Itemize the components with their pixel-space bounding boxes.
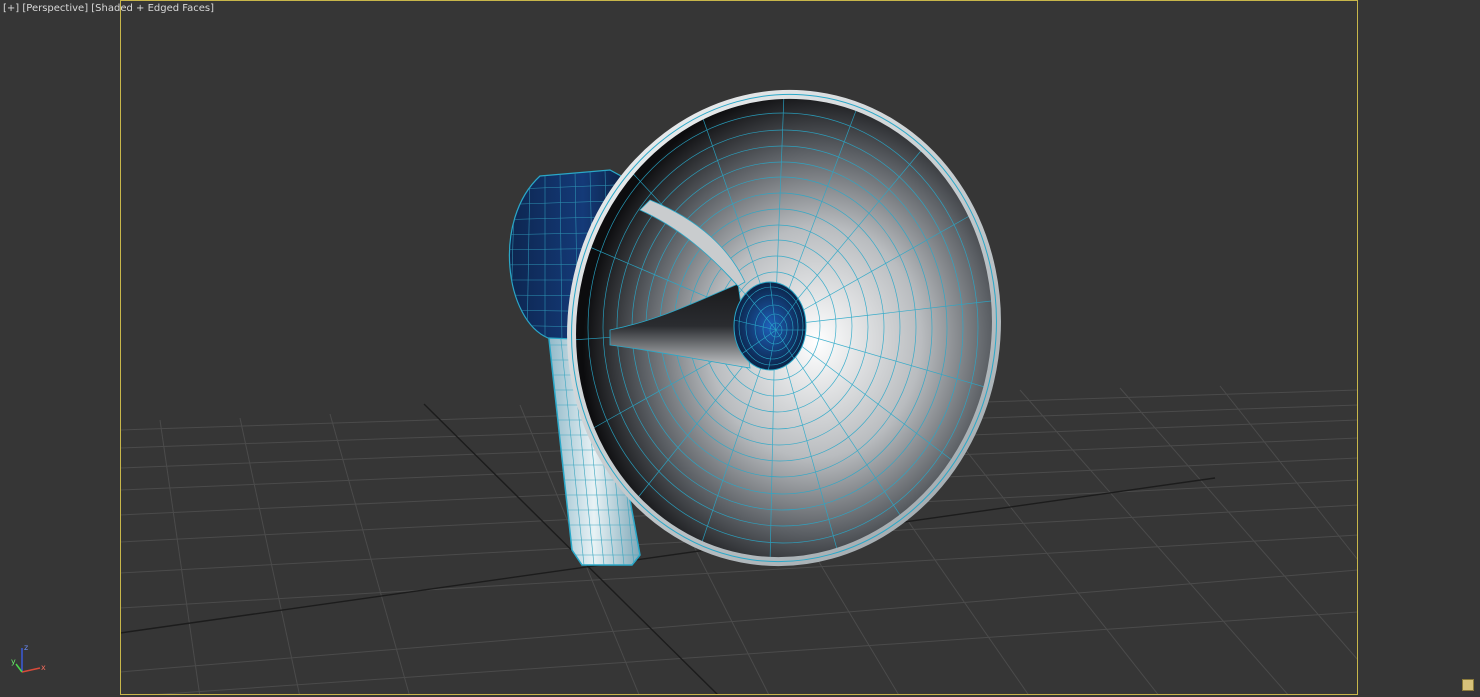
axis-x-label: x xyxy=(41,663,46,672)
viewport-menu-shading[interactable]: [Shaded + Edged Faces] xyxy=(91,3,214,14)
perspective-viewport[interactable]: [+] [Perspective] [Shaded + Edged Faces] xyxy=(0,0,1480,697)
scene-canvas[interactable] xyxy=(0,0,1480,697)
viewport-menu-view[interactable]: [Perspective] xyxy=(22,3,88,14)
axis-tripod-icon: z x y xyxy=(11,643,46,673)
axis-z-label: z xyxy=(24,643,28,652)
viewport-menu-plus[interactable]: [+] xyxy=(3,3,19,14)
viewport-corner-icon[interactable] xyxy=(1462,679,1474,691)
viewport-label: [+] [Perspective] [Shaded + Edged Faces] xyxy=(3,3,214,14)
axis-y-label: y xyxy=(11,657,16,666)
megaphone-model[interactable] xyxy=(490,67,1027,589)
